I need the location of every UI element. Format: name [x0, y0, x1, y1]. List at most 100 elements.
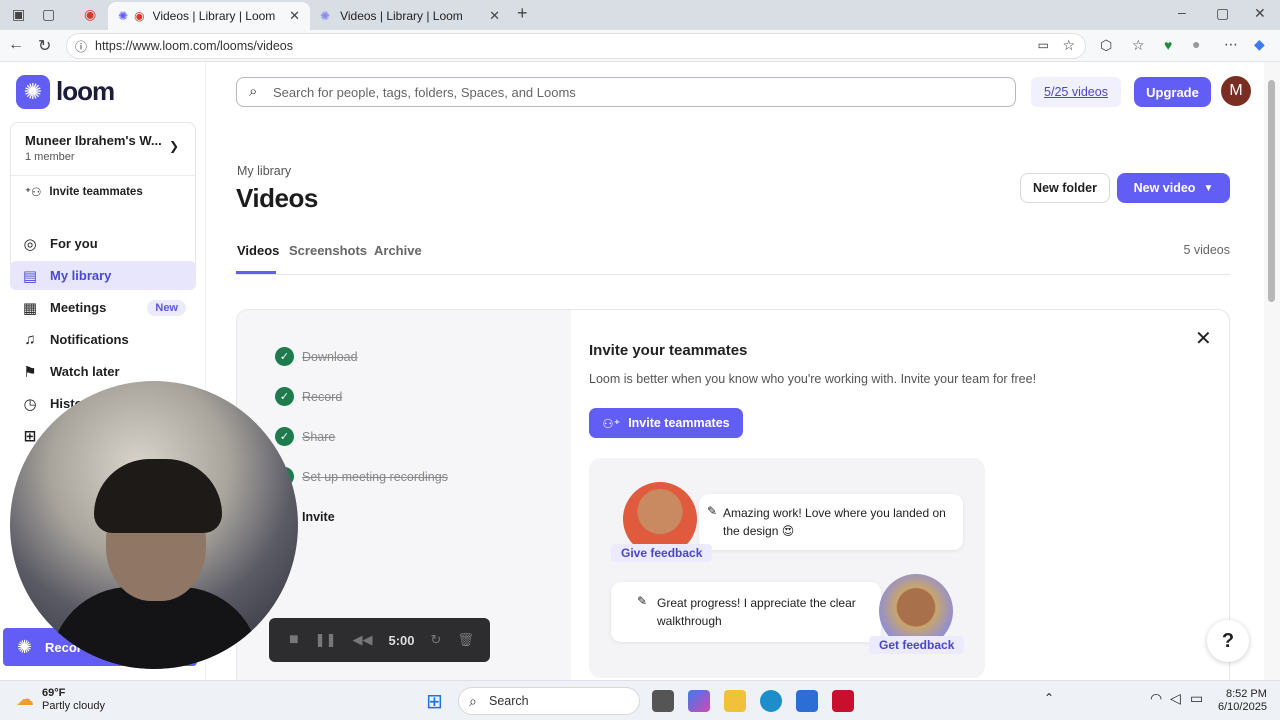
- video-count-link[interactable]: 5/25 videos: [1031, 77, 1121, 107]
- extensions-icon[interactable]: ⬡: [1100, 37, 1112, 54]
- chevron-down-icon[interactable]: ❯: [169, 139, 179, 153]
- profile-icon[interactable]: ●: [1192, 36, 1200, 52]
- maximize-icon[interactable]: ▢: [1216, 5, 1229, 22]
- search-icon: ⌕: [469, 693, 477, 709]
- mcafee-icon[interactable]: [832, 690, 854, 712]
- content-tabs: Videos Screenshots Archive 5 videos: [236, 241, 1230, 275]
- comment-text: Amazing work! Love where you landed on t…: [723, 506, 946, 538]
- close-window-icon[interactable]: ✕: [1254, 5, 1266, 22]
- tab-archive[interactable]: Archive: [374, 243, 422, 258]
- address-bar[interactable]: ⓘ https://www.loom.com/looms/videos ▭ ☆: [66, 33, 1086, 59]
- camera-icon[interactable]: ▭: [1038, 38, 1049, 52]
- sidebar-item-for-you[interactable]: ◎ For you: [10, 229, 196, 258]
- library-icon: ▤: [22, 267, 38, 285]
- step-download[interactable]: ✓ Download: [275, 347, 358, 366]
- close-icon[interactable]: ✕: [1195, 326, 1212, 351]
- favorite-star-icon[interactable]: ☆: [1062, 37, 1075, 54]
- minimize-icon[interactable]: –: [1178, 4, 1186, 20]
- refresh-icon[interactable]: ↻: [38, 36, 51, 56]
- step-label: Download: [302, 349, 358, 364]
- tab-videos[interactable]: Videos: [237, 243, 279, 258]
- loom-logo-icon[interactable]: ✺: [16, 75, 50, 109]
- favorites-icon[interactable]: ☆: [1132, 37, 1145, 54]
- upgrade-button[interactable]: Upgrade: [1134, 77, 1211, 107]
- invite-title: Invite your teammates: [589, 342, 748, 359]
- close-tab-icon[interactable]: ✕: [489, 8, 500, 24]
- store-icon[interactable]: [796, 690, 818, 712]
- chevron-down-icon: ▼: [1203, 182, 1214, 194]
- tab-active[interactable]: ✺ ◉ Videos | Library | Loom ✕: [108, 2, 310, 30]
- task-view-icon[interactable]: [652, 690, 674, 712]
- breadcrumb[interactable]: My library: [237, 164, 291, 178]
- windows-start-icon[interactable]: ⊞: [426, 689, 443, 714]
- invite-button-label: Invite teammates: [628, 416, 730, 430]
- help-button[interactable]: ?: [1207, 620, 1249, 662]
- stop-icon[interactable]: ■: [289, 631, 299, 649]
- edge-icon[interactable]: [760, 690, 782, 712]
- restart-icon[interactable]: ↻: [431, 632, 442, 648]
- new-video-button[interactable]: New video ▼: [1117, 173, 1230, 203]
- new-badge: New: [147, 299, 186, 316]
- browser-tab-strip: ▣ ▢ ◉ ✺ ◉ Videos | Library | Loom ✕ ✺ Vi…: [0, 0, 1280, 30]
- copilot-app-icon[interactable]: [688, 690, 710, 712]
- invite-subtitle: Loom is better when you know who you're …: [589, 372, 1037, 386]
- nav-label: Watch later: [50, 364, 120, 379]
- divider: [11, 175, 195, 176]
- clock[interactable]: 8:52 PM 6/10/2025: [1218, 688, 1267, 714]
- search-placeholder: Search for people, tags, folders, Spaces…: [273, 84, 576, 100]
- sidebar-item-notifications[interactable]: ♫ Notifications: [10, 325, 196, 354]
- trash-icon[interactable]: 🗑: [457, 632, 474, 648]
- clock-icon: ◷: [23, 395, 37, 413]
- nav-label: Notifications: [50, 332, 129, 347]
- battery-icon[interactable]: ▭: [1190, 690, 1203, 707]
- avatar[interactable]: M: [1221, 76, 1251, 106]
- webcam-preview[interactable]: [10, 381, 298, 669]
- step-share[interactable]: ✓ Share: [275, 427, 335, 446]
- sidebar-item-my-library[interactable]: ▤ My library: [10, 261, 196, 290]
- step-meeting-recordings[interactable]: ✓ Set up meeting recordings: [275, 467, 448, 486]
- nav-label: My library: [50, 268, 112, 283]
- back-icon[interactable]: ←: [8, 36, 24, 54]
- wifi-icon[interactable]: ◠: [1150, 690, 1162, 707]
- step-record[interactable]: ✓ Record: [275, 387, 342, 406]
- new-tab-icon[interactable]: +: [517, 3, 528, 24]
- step-label: Record: [302, 389, 343, 404]
- bell-icon: ♫: [24, 331, 36, 348]
- rewind-icon[interactable]: ◀◀: [352, 632, 372, 648]
- tab-inactive[interactable]: ✺ Videos | Library | Loom ✕: [310, 2, 510, 30]
- file-explorer-icon[interactable]: [724, 690, 746, 712]
- workspaces-icon[interactable]: ▣: [12, 6, 25, 23]
- check-icon: ✓: [275, 347, 294, 366]
- check-icon: ✓: [275, 427, 294, 446]
- invite-teammates-button[interactable]: ⚇⁺ Invite teammates: [589, 408, 743, 438]
- new-folder-button[interactable]: New folder: [1020, 173, 1110, 203]
- workspace-name[interactable]: Muneer Ibrahem's W...: [25, 133, 162, 148]
- more-options-icon[interactable]: ⋯: [1224, 36, 1238, 53]
- tab-title: Videos | Library | Loom: [340, 9, 463, 23]
- step-label: Invite: [302, 509, 335, 524]
- weather-widget[interactable]: 69°F Partly cloudy: [42, 687, 105, 713]
- recording-timer: 5:00: [388, 632, 415, 648]
- sidebar-item-meetings[interactable]: ▦ Meetings New: [10, 293, 196, 322]
- copilot-icon[interactable]: ◆: [1254, 36, 1265, 53]
- pause-icon[interactable]: ❚❚: [315, 632, 337, 648]
- user-circle-icon: ◎: [23, 235, 37, 253]
- system-tray-chevron-icon[interactable]: ⌃: [1044, 691, 1054, 705]
- invite-teammates-link[interactable]: ⁺⚇ Invite teammates: [25, 185, 143, 199]
- date: 6/10/2025: [1218, 701, 1267, 713]
- weather-text: Partly cloudy: [42, 700, 105, 712]
- close-tab-icon[interactable]: ✕: [289, 8, 300, 24]
- tab-screenshots[interactable]: Screenshots: [289, 243, 367, 258]
- tab-actions-icon[interactable]: ▢: [42, 6, 55, 23]
- webcam-person-hair: [94, 459, 222, 533]
- logo-text[interactable]: loom: [56, 76, 115, 107]
- scrollbar-thumb[interactable]: [1268, 80, 1275, 302]
- scrollbar[interactable]: [1264, 62, 1280, 680]
- browser-essentials-icon[interactable]: ♥: [1164, 37, 1172, 53]
- volume-icon[interactable]: ◁: [1170, 690, 1181, 707]
- taskbar-search[interactable]: ⌕ Search: [458, 687, 640, 715]
- recording-indicator-icon: ◉: [84, 6, 97, 22]
- search-input[interactable]: ⌕ Search for people, tags, folders, Spac…: [236, 77, 1016, 107]
- site-info-icon[interactable]: ⓘ: [75, 38, 87, 55]
- weather-icon[interactable]: ☁: [16, 689, 34, 710]
